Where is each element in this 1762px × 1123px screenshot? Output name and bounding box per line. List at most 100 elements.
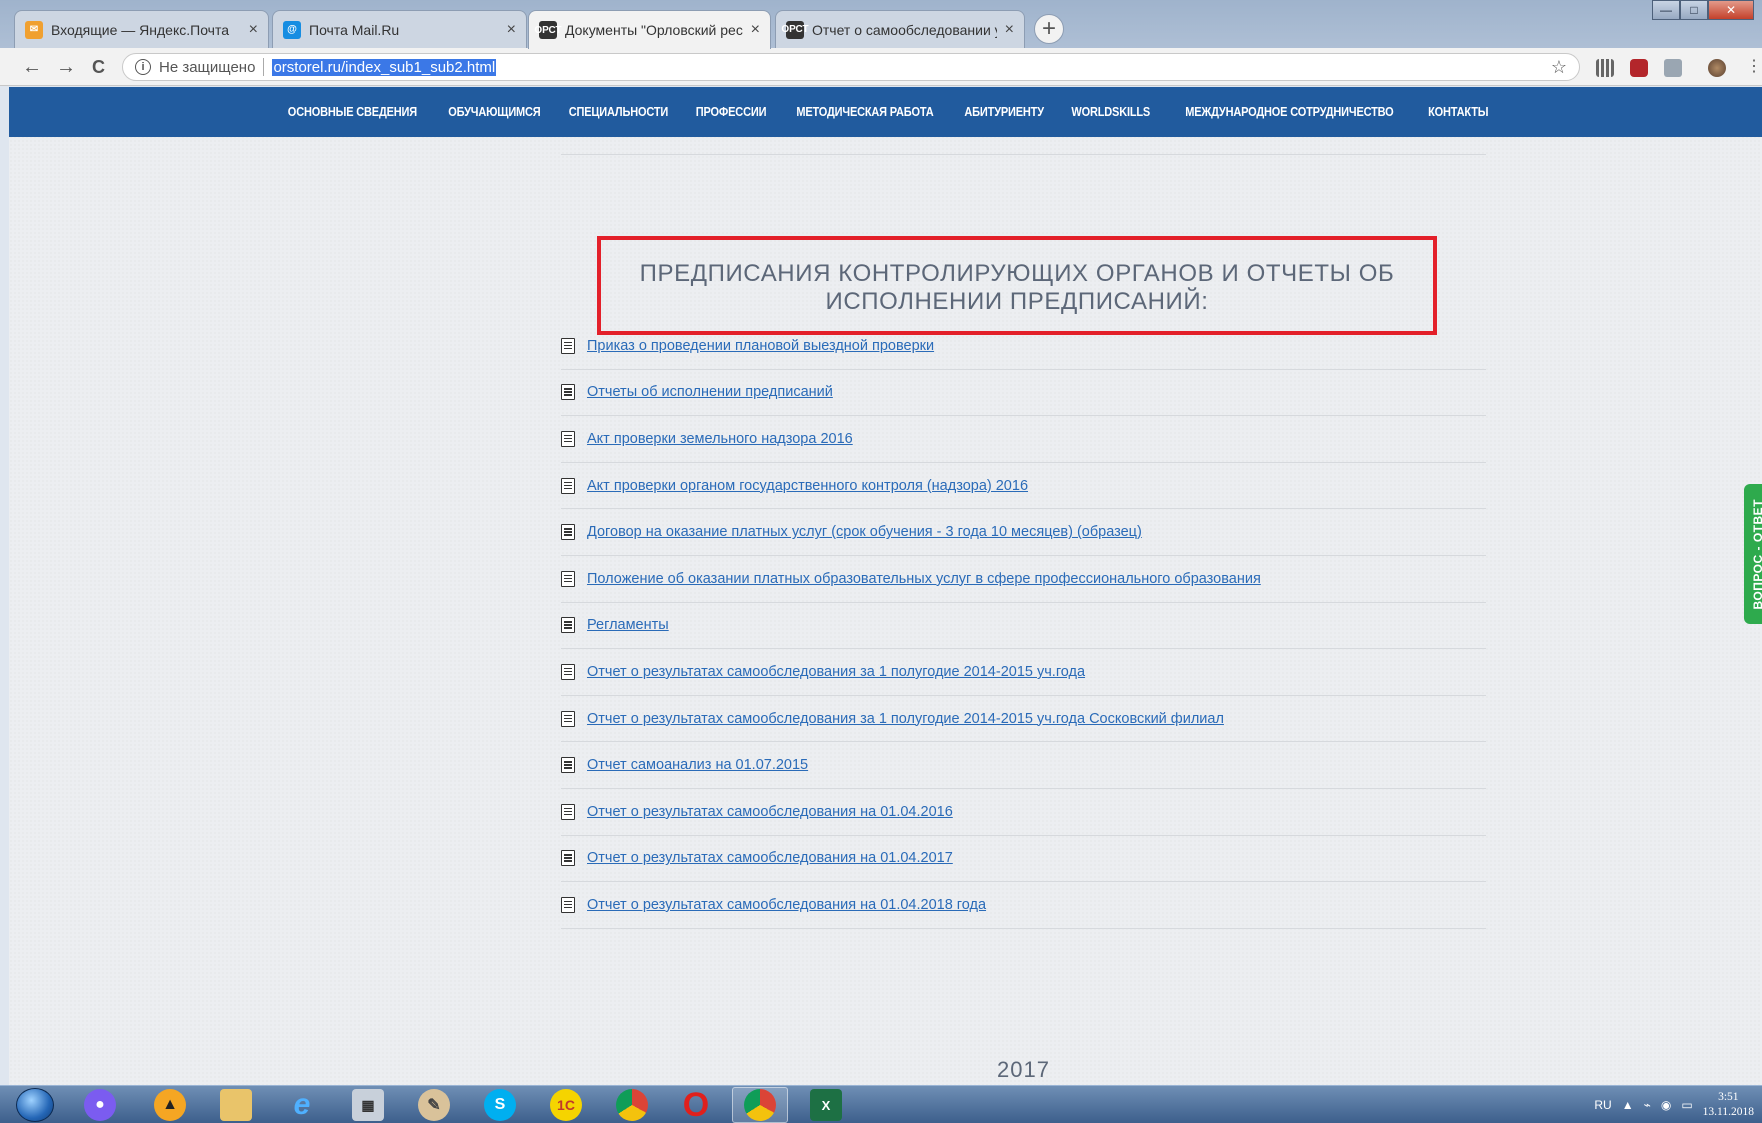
nav-item-students[interactable]: ОБУЧАЮЩИМСЯ <box>441 105 547 119</box>
paint-icon[interactable]: ✎ <box>418 1089 450 1121</box>
qa-side-tab[interactable]: ВОПРОС - ОТВЕТ <box>1744 484 1762 624</box>
document-link[interactable]: Отчет о результатах самообследования на … <box>587 804 953 820</box>
start-button[interactable] <box>16 1088 54 1122</box>
document-icon <box>561 803 575 820</box>
document-link[interactable]: Отчет о результатах самообследования на … <box>587 897 986 913</box>
tab-yandex-mail[interactable]: ✉ Входящие — Яндекс.Почта × <box>14 10 269 48</box>
taskbar: ● ▲ e ▦ ✎ S 1С O X RU ▲ ⌁ ◉ ▭ 3:51 13.11… <box>0 1085 1762 1123</box>
tab-title: Отчет о самообследовании учр <box>812 21 997 38</box>
browser-toolbar: ← → C i Не защищено orstorel.ru/index_su… <box>0 48 1762 86</box>
close-icon[interactable]: × <box>249 21 258 39</box>
bookmark-star-icon[interactable]: ☆ <box>1551 57 1567 78</box>
document-link[interactable]: Договор на оказание платных услуг (срок … <box>587 524 1142 540</box>
document-link[interactable]: Отчет о результатах самообследования на … <box>587 850 953 866</box>
mailru-icon: @ <box>283 20 301 39</box>
profile-avatar-icon[interactable] <box>1708 59 1726 77</box>
list-item: Отчет о результатах самообследования на … <box>561 836 1486 883</box>
extension-puzzle-icon[interactable] <box>1664 59 1682 77</box>
forward-button[interactable]: → <box>56 56 76 78</box>
url-text[interactable]: orstorel.ru/index_sub1_sub2.html <box>272 58 497 76</box>
info-icon[interactable]: i <box>135 59 151 75</box>
document-icon <box>561 757 575 774</box>
chrome-icon[interactable] <box>616 1089 648 1121</box>
network-icon[interactable]: ⌁ <box>1644 1098 1651 1112</box>
document-icon <box>561 850 575 867</box>
list-item: Положение об оказании платных образовате… <box>561 556 1486 603</box>
window-controls: — □ ✕ <box>1652 0 1754 20</box>
tab-title: Входящие — Яндекс.Почта <box>51 21 230 38</box>
nav-item-methodical-work[interactable]: МЕТОДИЧЕСКАЯ РАБОТА <box>790 105 941 119</box>
minimize-button[interactable]: — <box>1652 0 1680 20</box>
tab-mailru[interactable]: @ Почта Mail.Ru × <box>272 10 527 48</box>
document-icon <box>561 384 575 401</box>
nav-item-worldskills[interactable]: WORLDSKILLS <box>1064 105 1157 119</box>
voice-assistant-icon[interactable]: ● <box>84 1089 116 1121</box>
nav-item-specialties[interactable]: СПЕЦИАЛЬНОСТИ <box>562 105 675 119</box>
file-explorer-icon[interactable] <box>220 1089 252 1121</box>
clock-time: 3:51 <box>1718 1091 1739 1103</box>
document-link[interactable]: Акт проверки земельного надзора 2016 <box>587 431 853 447</box>
divider <box>561 154 1486 155</box>
document-link[interactable]: Приказ о проведении плановой выездной пр… <box>587 338 934 354</box>
maximize-button[interactable]: □ <box>1680 0 1708 20</box>
tab-self-report[interactable]: ОРСТ Отчет о самообследовании учр × <box>775 10 1025 48</box>
opera-icon[interactable]: O <box>680 1086 712 1123</box>
document-link[interactable]: Отчет самоанализ на 01.07.2015 <box>587 757 808 773</box>
new-tab-button[interactable]: + <box>1034 14 1064 44</box>
list-item: Отчет о результатах самообследования на … <box>561 789 1486 836</box>
calculator-icon[interactable]: ▦ <box>352 1089 384 1121</box>
document-link[interactable]: Положение об оказании платных образовате… <box>587 571 1261 587</box>
close-icon[interactable]: × <box>751 21 760 39</box>
nav-item-international[interactable]: МЕЖДУНАРОДНОЕ СОТРУДНИЧЕСТВО <box>1178 105 1400 119</box>
reload-button[interactable]: C <box>92 56 105 78</box>
document-link[interactable]: Регламенты <box>587 617 669 633</box>
language-indicator[interactable]: RU <box>1594 1098 1611 1112</box>
close-window-button[interactable]: ✕ <box>1708 0 1754 20</box>
nav-item-contacts[interactable]: КОНТАКТЫ <box>1421 105 1495 119</box>
browser-tab-strip: ✉ Входящие — Яндекс.Почта × @ Почта Mail… <box>0 0 1762 49</box>
extension-shield-icon[interactable] <box>1630 59 1648 77</box>
document-link[interactable]: Отчеты об исполнении предписаний <box>587 384 833 400</box>
list-item: Приказ о проведении плановой выездной пр… <box>561 323 1486 370</box>
document-link[interactable]: Отчет о результатах самообследования за … <box>587 711 1224 727</box>
chrome-profile-icon[interactable] <box>744 1089 776 1121</box>
apps-icon[interactable] <box>1596 59 1614 77</box>
clock-date: 13.11.2018 <box>1702 1106 1754 1118</box>
nav-item-professions[interactable]: ПРОФЕССИИ <box>689 105 774 119</box>
excel-icon[interactable]: X <box>810 1089 842 1121</box>
avast-icon[interactable]: ▲ <box>154 1089 186 1121</box>
document-icon <box>561 663 575 680</box>
list-item: Отчет о результатах самообследования на … <box>561 882 1486 929</box>
document-icon <box>561 430 575 447</box>
list-item: Акт проверки органом государственного ко… <box>561 463 1486 510</box>
notification-icon[interactable]: ▭ <box>1681 1098 1692 1112</box>
address-bar[interactable]: i Не защищено orstorel.ru/index_sub1_sub… <box>122 53 1580 81</box>
close-icon[interactable]: × <box>507 21 516 39</box>
site-main-nav: ОСНОВНЫЕ СВЕДЕНИЯ ОБУЧАЮЩИМСЯ СПЕЦИАЛЬНО… <box>9 87 1762 137</box>
tab-title: Документы "Орловский реставр <box>565 22 743 38</box>
site-icon: ОРСТ <box>534 21 562 39</box>
web-page: ОСНОВНЫЕ СВЕДЕНИЯ ОБУЧАЮЩИМСЯ СПЕЦИАЛЬНО… <box>9 87 1762 1085</box>
tray-app-icon[interactable]: ◉ <box>1661 1098 1671 1112</box>
list-item: Отчет о результатах самообследования за … <box>561 649 1486 696</box>
security-label[interactable]: Не защищено <box>159 59 255 76</box>
close-icon[interactable]: × <box>1005 21 1014 39</box>
document-link[interactable]: Отчет о результатах самообследования за … <box>587 664 1085 680</box>
internet-explorer-icon[interactable]: e <box>286 1088 318 1121</box>
document-list: Приказ о проведении плановой выездной пр… <box>561 323 1486 929</box>
document-icon <box>561 617 575 634</box>
nav-item-applicants[interactable]: АБИТУРИЕНТУ <box>958 105 1052 119</box>
clock[interactable]: 3:51 13.11.2018 <box>1703 1090 1754 1120</box>
site-icon: ОРСТ <box>781 20 809 39</box>
tab-documents[interactable]: ОРСТ Документы "Орловский реставр × <box>528 10 771 49</box>
back-button[interactable]: ← <box>22 56 42 78</box>
tray-expand-icon[interactable]: ▲ <box>1622 1098 1634 1112</box>
nav-item-main-info[interactable]: ОСНОВНЫЕ СВЕДЕНИЯ <box>281 105 424 119</box>
skype-icon[interactable]: S <box>484 1089 516 1121</box>
document-icon <box>561 337 575 354</box>
list-item: Отчет о результатах самообследования за … <box>561 696 1486 743</box>
1c-icon[interactable]: 1С <box>550 1089 582 1121</box>
menu-icon[interactable]: ⋮ <box>1746 56 1762 78</box>
document-icon <box>561 570 575 587</box>
document-link[interactable]: Акт проверки органом государственного ко… <box>587 478 1028 494</box>
